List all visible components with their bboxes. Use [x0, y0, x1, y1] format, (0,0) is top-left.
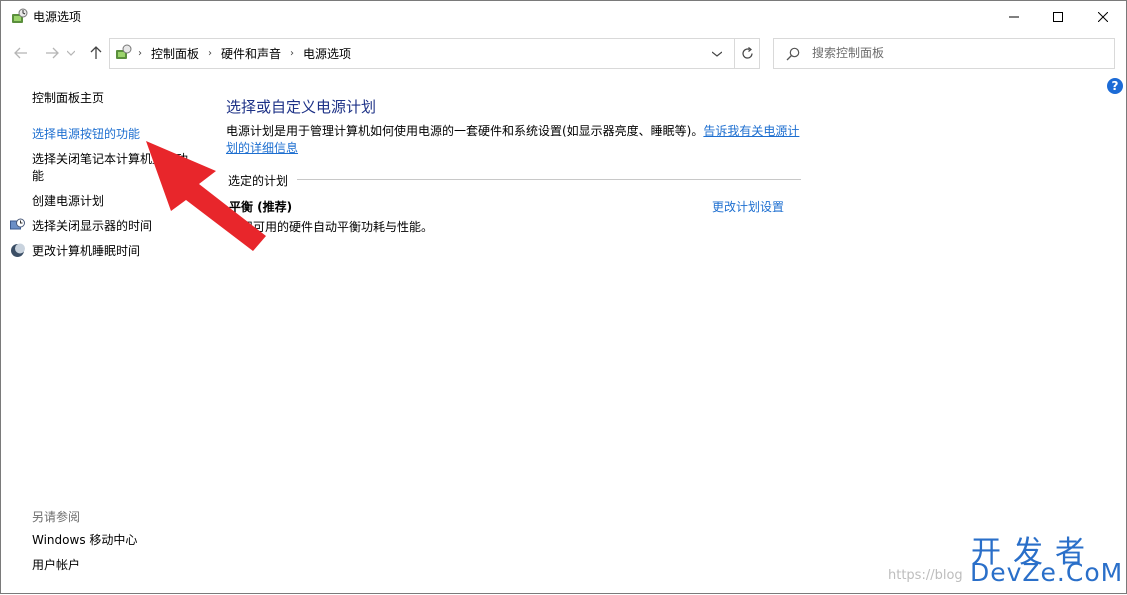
close-button[interactable]	[1080, 1, 1126, 33]
breadcrumb: › 控制面板 › 硬件和声音 › 电源选项	[136, 45, 351, 62]
maximize-icon	[1053, 12, 1063, 22]
page-description: 电源计划是用于管理计算机如何使用电源的一套硬件和系统设置(如显示器亮度、睡眠等)…	[226, 123, 806, 157]
sidebar-item-power-button[interactable]: 选择电源按钮的功能	[32, 126, 140, 143]
forward-arrow-icon	[46, 47, 59, 59]
power-options-window: 电源选项 › 控制面板 › 硬件和声音 › 电源选项 搜索控制面板 ? 控制面板…	[0, 0, 1127, 594]
section-label: 选定的计划	[228, 174, 289, 188]
refresh-button[interactable]	[734, 39, 759, 68]
sidebar-item-lid-close-line2[interactable]: 能	[32, 168, 44, 185]
section-divider	[297, 179, 801, 180]
description-text: 电源计划是用于管理计算机如何使用电源的一套硬件和系统设置(如显示器亮度、睡眠等)…	[226, 124, 704, 138]
close-icon	[1098, 12, 1108, 22]
plan-name: 平衡 (推荐)	[229, 200, 293, 214]
search-input[interactable]	[812, 44, 1102, 62]
search-icon	[786, 46, 800, 65]
sidebar-item-display-off[interactable]: 选择关闭显示器的时间	[32, 218, 152, 235]
watermark-logo-en: DevZe.CoM	[970, 558, 1124, 587]
watermark-url: https://blog	[888, 568, 963, 583]
chevron-right-icon: ›	[138, 48, 142, 59]
see-also-title: 另请参阅	[32, 510, 81, 524]
breadcrumb-power-options[interactable]: 电源选项	[303, 45, 351, 62]
forward-button[interactable]	[41, 42, 63, 64]
up-button[interactable]	[85, 42, 107, 64]
sidebar-item-sleep-time[interactable]: 更改计算机睡眠时间	[32, 243, 140, 260]
monitor-clock-icon	[10, 218, 25, 233]
search-box[interactable]	[773, 38, 1115, 69]
refresh-icon	[741, 47, 753, 59]
left-pane: 控制面板主页 选择电源按钮的功能 选择关闭笔记本计算机盖的功 能 创建电源计划 …	[1, 81, 201, 581]
chevron-down-icon	[67, 50, 75, 56]
page-title: 选择或自定义电源计划	[226, 98, 377, 116]
sidebar-item-control-panel-home[interactable]: 控制面板主页	[32, 90, 104, 107]
chevron-down-icon	[712, 51, 722, 57]
back-arrow-icon	[14, 47, 27, 59]
back-button[interactable]	[10, 42, 32, 64]
title-bar: 电源选项	[1, 1, 1126, 33]
address-dropdown-button[interactable]	[706, 39, 728, 68]
power-options-icon	[10, 8, 28, 26]
chevron-right-icon[interactable]: ›	[208, 48, 212, 59]
recent-locations-button[interactable]	[64, 42, 78, 64]
see-also-mobility-center[interactable]: Windows 移动中心	[32, 532, 137, 549]
see-also-user-accounts[interactable]: 用户帐户	[32, 557, 80, 574]
address-bar[interactable]: › 控制面板 › 硬件和声音 › 电源选项	[109, 38, 760, 69]
sidebar-item-create-plan[interactable]: 创建电源计划	[32, 193, 104, 210]
change-plan-settings-link[interactable]: 更改计划设置	[712, 198, 784, 215]
control-panel-icon	[114, 44, 132, 62]
minimize-button[interactable]	[991, 1, 1037, 33]
plan-description: 利用可用的硬件自动平衡功耗与性能。	[229, 220, 434, 234]
breadcrumb-control-panel[interactable]: 控制面板	[151, 45, 199, 62]
moon-icon	[10, 243, 25, 258]
up-arrow-icon	[90, 46, 102, 59]
sidebar-item-lid-close[interactable]: 选择关闭笔记本计算机盖的功	[32, 151, 188, 168]
window-title: 电源选项	[33, 10, 82, 24]
minimize-icon	[1009, 16, 1019, 18]
breadcrumb-hardware-sound[interactable]: 硬件和声音	[221, 45, 281, 62]
maximize-button[interactable]	[1035, 1, 1081, 33]
help-button[interactable]: ?	[1107, 78, 1123, 94]
chevron-right-icon[interactable]: ›	[290, 48, 294, 59]
